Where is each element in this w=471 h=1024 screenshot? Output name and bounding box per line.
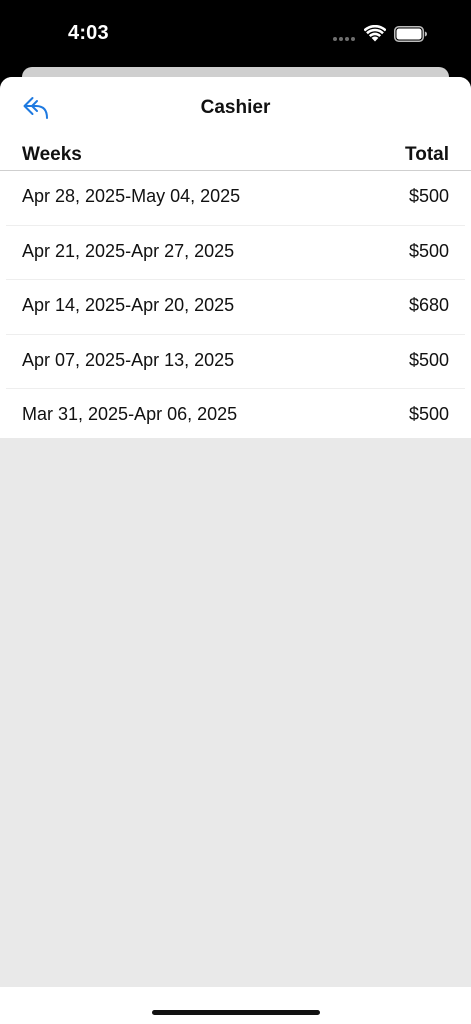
weeks-table: Apr 28, 2025-May 04, 2025 $500 Apr 21, 2… [0, 171, 471, 443]
week-range: Apr 14, 2025-Apr 20, 2025 [22, 295, 235, 315]
status-bar: 4:03 [0, 0, 471, 68]
week-total: $500 [408, 186, 449, 206]
table-row[interactable]: Apr 28, 2025-May 04, 2025 $500 [6, 171, 465, 226]
week-range: Mar 31, 2025-Apr 06, 2025 [22, 404, 238, 424]
week-total: $500 [408, 404, 449, 424]
week-range: Apr 21, 2025-Apr 27, 2025 [22, 240, 235, 261]
cashier-sheet: Cashier Weeks Total Apr 28, 2025-May 04,… [0, 77, 471, 1024]
column-header-total: Total [405, 144, 449, 165]
table-row[interactable]: Apr 07, 2025-Apr 13, 2025 $500 [6, 335, 465, 389]
week-total: $500 [408, 349, 449, 370]
status-time: 4:03 [68, 22, 109, 44]
table-row[interactable]: Apr 14, 2025-Apr 20, 2025 $680 [6, 280, 465, 335]
table-row[interactable]: Apr 21, 2025-Apr 27, 2025 $500 [6, 226, 465, 280]
cellular-signal-icon [333, 37, 355, 41]
page-title: Cashier [200, 97, 271, 118]
week-range: Apr 28, 2025-May 04, 2025 [22, 186, 241, 206]
home-indicator-area [0, 987, 471, 1024]
table-header: Weeks Total [0, 141, 471, 171]
week-range: Apr 07, 2025-Apr 13, 2025 [22, 349, 235, 370]
column-header-weeks: Weeks [22, 144, 82, 165]
week-total: $680 [408, 295, 449, 315]
battery-icon [394, 26, 427, 42]
table-row[interactable]: Mar 31, 2025-Apr 06, 2025 $500 [6, 389, 465, 443]
wifi-icon [364, 25, 386, 42]
week-total: $500 [408, 240, 449, 261]
home-indicator[interactable] [152, 1010, 320, 1015]
cashier-panel: Cashier Weeks Total Apr 28, 2025-May 04,… [0, 77, 471, 438]
